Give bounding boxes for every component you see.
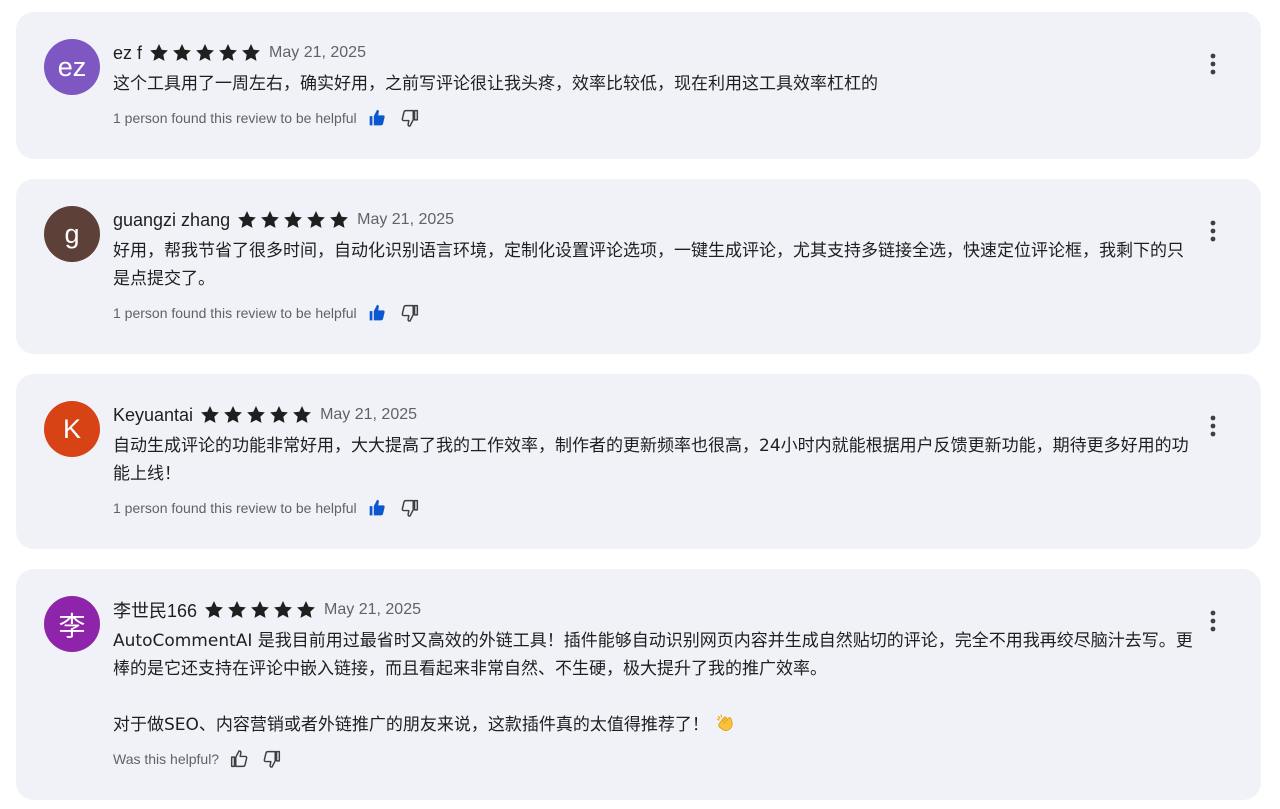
helpful-row: 1 person found this review to be helpful (113, 302, 421, 324)
reviews-list: ez ez f May 21, 2025 这个工具用了一周左右，确实好用，之前写… (0, 0, 1280, 809)
review-date: May 21, 2025 (320, 406, 418, 423)
review-text: 这个工具用了一周左右，确实好用，之前写评论很让我头疼，效率比较低，现在利用这工具… (113, 70, 1193, 98)
thumbs-down-icon[interactable] (399, 107, 421, 129)
star-icon (274, 601, 292, 618)
star-icon (173, 44, 191, 61)
review-text: AutoCommentAI 是我目前用过最省时又高效的外链工具！插件能够自动识别… (113, 627, 1193, 739)
review-date: May 21, 2025 (269, 44, 366, 61)
helpful-row: 1 person found this review to be helpful (113, 107, 421, 129)
review-paragraph: 这个工具用了一周左右，确实好用，之前写评论很让我头疼，效率比较低，现在利用这工具… (113, 74, 878, 94)
helpful-row: Was this helpful? (113, 748, 283, 770)
helpful-text: 1 person found this review to be helpful (113, 500, 357, 516)
star-icon (261, 211, 280, 228)
star-icon (224, 406, 242, 423)
star-rating (199, 404, 314, 426)
thumbs-up-icon[interactable] (366, 497, 388, 519)
star-icon (293, 406, 311, 423)
star-icon (228, 601, 246, 618)
review-card: K Keyuantai May 21, 2025 自动生成评论的功能非常好用，大… (16, 374, 1261, 549)
star-icon (251, 601, 269, 618)
review-card: g guangzi zhang May 21, 2025 好用，帮我节省了很多时… (16, 179, 1261, 354)
star-icon (270, 406, 288, 423)
avatar: g (44, 206, 100, 262)
review-header: Keyuantai May 21, 2025 (113, 402, 417, 428)
star-rating (236, 209, 351, 231)
review-date: May 21, 2025 (357, 211, 455, 228)
author-name: ez f (113, 42, 143, 63)
clapping-hands-icon (716, 714, 733, 731)
review-paragraph: 好用，帮我节省了很多时间，自动化识别语言环境，定制化设置评论选项，一键生成评论，… (113, 241, 1184, 289)
star-icon (219, 44, 237, 61)
helpful-text: 1 person found this review to be helpful (113, 305, 357, 321)
star-icon (150, 44, 168, 61)
star-icon (201, 406, 219, 423)
thumbs-down-icon[interactable] (399, 302, 421, 324)
helpful-text: 1 person found this review to be helpful (113, 110, 357, 126)
more-vertical-icon[interactable] (1203, 412, 1223, 440)
review-paragraph: AutoCommentAI 是我目前用过最省时又高效的外链工具！插件能够自动识别… (113, 631, 1193, 679)
review-header: 李世民166 May 21, 2025 (113, 597, 421, 623)
author-name: 李世民166 (113, 601, 198, 621)
thumbs-down-icon[interactable] (399, 497, 421, 519)
review-date: May 21, 2025 (324, 601, 421, 618)
helpful-text: Was this helpful? (113, 751, 220, 767)
star-icon (297, 601, 315, 618)
star-icon (307, 211, 326, 228)
review-header: guangzi zhang May 21, 2025 (113, 207, 454, 233)
avatar: 李 (44, 596, 100, 652)
more-vertical-icon[interactable] (1203, 217, 1223, 245)
star-rating (203, 599, 318, 621)
star-icon (205, 601, 223, 618)
thumbs-up-icon[interactable] (366, 302, 388, 324)
review-text: 自动生成评论的功能非常好用，大大提高了我的工作效率，制作者的更新频率也很高，24… (113, 432, 1193, 488)
thumbs-up-icon[interactable] (366, 107, 388, 129)
thumbs-down-icon[interactable] (261, 748, 283, 770)
star-icon (242, 44, 260, 61)
helpful-row: 1 person found this review to be helpful (113, 497, 421, 519)
author-name: Keyuantai (113, 404, 194, 425)
thumbs-up-icon[interactable] (228, 748, 250, 770)
avatar: ez (44, 39, 100, 95)
star-icon (238, 211, 257, 228)
author-name: guangzi zhang (113, 209, 231, 230)
review-paragraph: 自动生成评论的功能非常好用，大大提高了我的工作效率，制作者的更新频率也很高，24… (113, 436, 1189, 484)
review-card: 李 李世民166 May 21, 2025 AutoCommentAI 是我目前… (16, 569, 1261, 800)
review-paragraph: 对于做SEO、内容营销或者外链推广的朋友来说，这款插件真的太值得推荐了！ (113, 711, 1193, 739)
star-icon (284, 211, 303, 228)
more-vertical-icon[interactable] (1203, 607, 1223, 635)
star-icon (196, 44, 214, 61)
review-card: ez ez f May 21, 2025 这个工具用了一周左右，确实好用，之前写… (16, 12, 1261, 159)
review-text: 好用，帮我节省了很多时间，自动化识别语言环境，定制化设置评论选项，一键生成评论，… (113, 237, 1193, 293)
star-rating (148, 42, 263, 64)
star-icon (247, 406, 265, 423)
more-vertical-icon[interactable] (1203, 50, 1223, 78)
review-header: ez f May 21, 2025 (113, 40, 366, 66)
star-icon (330, 211, 349, 228)
avatar: K (44, 401, 100, 457)
